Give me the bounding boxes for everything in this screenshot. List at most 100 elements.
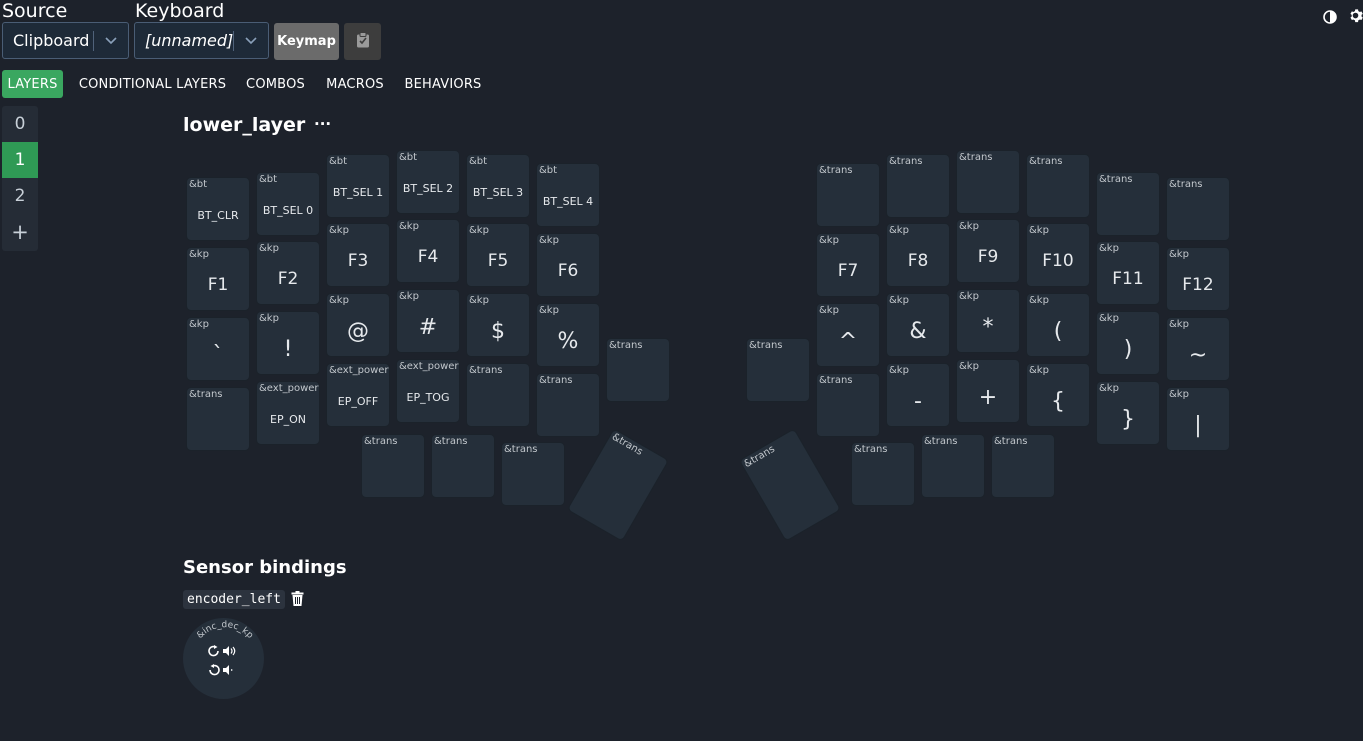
gear-icon[interactable]	[1348, 8, 1363, 27]
keyboard-key[interactable]: &trans	[186, 387, 250, 451]
keyboard-key[interactable]: &trans	[816, 163, 880, 227]
keyboard-key[interactable]: &bt BT_CLR	[186, 177, 250, 241]
keymap-button[interactable]: Keymap	[274, 23, 339, 60]
keyboard-key[interactable]: &kp `	[186, 317, 250, 381]
keyboard-key[interactable]: &trans	[1026, 154, 1090, 218]
keyboard-key[interactable]: &kp F9	[956, 219, 1020, 283]
layer-item-1[interactable]: 1	[2, 142, 38, 178]
keyboard-key[interactable]: &kp%	[536, 303, 600, 367]
keyboard-key[interactable]: &kp ^	[816, 303, 880, 367]
keyboard-key[interactable]: &kp}	[1096, 381, 1160, 445]
tab-combos[interactable]: COMBOS	[240, 70, 311, 98]
key-param	[852, 455, 914, 505]
keyboard-key[interactable]: &kp F6	[536, 233, 600, 297]
key-behavior: &kp	[889, 225, 909, 236]
keyboard-key[interactable]: &bt BT_SEL 0	[256, 172, 320, 236]
keyboard-key[interactable]: &trans	[501, 442, 565, 506]
keyboard-key[interactable]: &trans	[886, 154, 950, 218]
key-param	[1027, 167, 1089, 217]
keyboard-key[interactable]: &kp F5	[466, 223, 530, 287]
keyboard-key[interactable]: &kp ~	[1166, 317, 1230, 381]
keyboard-key[interactable]: &trans	[536, 373, 600, 437]
tab-layers[interactable]: LAYERS	[2, 70, 63, 98]
key-behavior: &kp	[469, 295, 489, 306]
keyboard-key[interactable]: &kp (	[1026, 293, 1090, 357]
keyboard-key[interactable]: &trans	[431, 434, 495, 498]
layer-title[interactable]: lower_layer	[183, 114, 305, 136]
layer-menu-icon[interactable]: ···	[314, 115, 331, 133]
keyboard-key[interactable]: &ext_power EP_TOG	[396, 359, 460, 423]
key-param: BT_SEL 0	[262, 203, 314, 217]
keyboard-key[interactable]: &trans	[566, 428, 670, 542]
keyboard-key[interactable]: &trans	[991, 434, 1055, 498]
keyboard-key[interactable]: &kp {	[1026, 363, 1090, 427]
keyboard-key[interactable]: &kp!	[256, 311, 320, 375]
keyboard-key[interactable]: &kp F3	[326, 223, 390, 287]
key-param	[957, 163, 1019, 213]
encoder-name[interactable]: encoder_left	[183, 590, 285, 609]
keyboard-key[interactable]: &ext_power EP_ON	[256, 381, 320, 445]
tab-behaviors[interactable]: BEHAVIORS	[398, 70, 488, 98]
keyboard-key[interactable]: &trans	[466, 363, 530, 427]
layer-item-0[interactable]: 0	[2, 106, 38, 142]
keyboard-key[interactable]: &kp $	[466, 293, 530, 357]
keyboard-key[interactable]: &kp F2	[256, 241, 320, 305]
keyboard-key[interactable]: &kp)	[1096, 311, 1160, 375]
keyboard-key[interactable]: &kp |	[1166, 387, 1230, 451]
source-select[interactable]: Clipboard	[2, 22, 129, 59]
keyboard-key[interactable]: &kp F4	[396, 219, 460, 283]
trash-icon[interactable]	[291, 591, 304, 610]
keyboard-key[interactable]: &kp -	[886, 363, 950, 427]
key-behavior: &bt	[259, 174, 278, 185]
keyboard-key[interactable]: &trans	[1096, 172, 1160, 236]
clipboard-button[interactable]	[344, 23, 381, 60]
keyboard-key[interactable]: &bt BT_SEL 2	[396, 150, 460, 214]
key-param: EP_OFF	[337, 394, 379, 408]
tab-conditional-layers[interactable]: CONDITIONAL LAYERS	[73, 70, 232, 98]
key-behavior: &trans	[854, 444, 888, 455]
keyboard-key[interactable]: &bt BT_SEL 3	[466, 154, 530, 218]
keyboard-key[interactable]: &kp F11	[1096, 241, 1160, 305]
tab-macros[interactable]: MACROS	[320, 70, 390, 98]
key-behavior: &kp	[399, 291, 419, 302]
key-behavior: &trans	[469, 365, 503, 376]
keyboard-key[interactable]: &trans	[816, 373, 880, 437]
keyboard-key[interactable]: &kp F1	[186, 247, 250, 311]
keyboard-key[interactable]: &trans	[956, 150, 1020, 214]
add-layer-button[interactable]: +	[2, 214, 38, 250]
keyboard-key[interactable]: &kp F8	[886, 223, 950, 287]
key-param: BT_CLR	[197, 208, 239, 222]
keyboard-key[interactable]: &trans	[361, 434, 425, 498]
keyboard-key[interactable]: &trans	[1166, 177, 1230, 241]
keyboard-key[interactable]: &trans	[921, 434, 985, 498]
key-param: ~	[1188, 342, 1208, 368]
encoder-binding-key[interactable]: &inc_dec_kp	[183, 618, 264, 699]
keyboard-key[interactable]: &kp #	[396, 289, 460, 353]
keyboard-key[interactable]: &ext_power EP_OFF	[326, 363, 390, 427]
key-behavior: &kp	[959, 221, 979, 232]
keyboard-key[interactable]: &kp F10	[1026, 223, 1090, 287]
keyboard-key[interactable]: &trans	[738, 428, 842, 542]
keyboard-key[interactable]: &kp &	[886, 293, 950, 357]
layer-item-2[interactable]: 2	[2, 178, 38, 214]
keyboard-select[interactable]: [unnamed]	[134, 22, 269, 59]
keyboard-key[interactable]: &kp *	[956, 289, 1020, 353]
key-behavior: &kp	[469, 225, 489, 236]
key-behavior: &ext_power	[399, 361, 459, 372]
keyboard-key[interactable]: &trans	[746, 338, 810, 402]
key-param: }	[1121, 406, 1135, 432]
keyboard-key[interactable]: &kp @	[326, 293, 390, 357]
source-select-value: Clipboard	[13, 31, 90, 50]
keyboard-key[interactable]: &kp +	[956, 359, 1020, 423]
keyboard-key[interactable]: &bt BT_SEL 4	[536, 163, 600, 227]
keyboard-key[interactable]: &trans	[851, 442, 915, 506]
key-behavior: &bt	[189, 179, 208, 190]
chevron-down-icon	[234, 36, 268, 45]
keyboard-key[interactable]: &trans	[606, 338, 670, 402]
key-behavior: &trans	[749, 340, 783, 351]
key-param	[817, 386, 879, 436]
keyboard-key[interactable]: &bt BT_SEL 1	[326, 154, 390, 218]
keyboard-key[interactable]: &kp F7	[816, 233, 880, 297]
keyboard-key[interactable]: &kp F12	[1166, 247, 1230, 311]
theme-toggle-icon[interactable]	[1323, 9, 1337, 28]
